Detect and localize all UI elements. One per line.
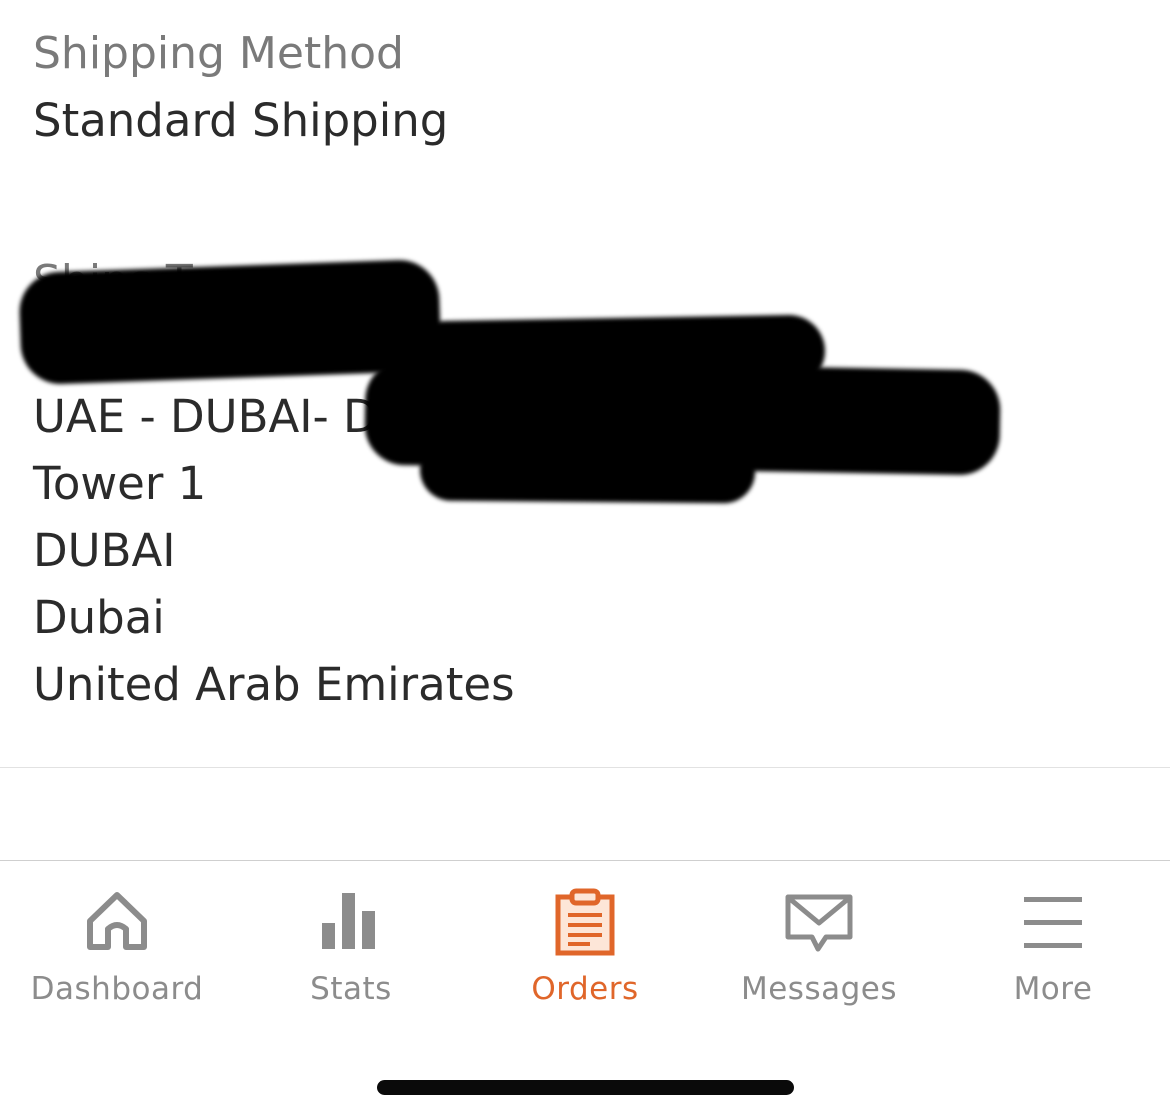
- tab-label: Dashboard: [30, 971, 204, 1007]
- tab-label: More: [1013, 971, 1093, 1007]
- tab-dashboard[interactable]: Dashboard: [0, 861, 234, 1041]
- shipping-method-label: Shipping Method: [33, 28, 404, 79]
- address-line-1: UAE - DUBAI- D: [33, 390, 378, 443]
- address-line-3: DUBAI: [33, 524, 176, 577]
- bar-chart-icon: [322, 893, 375, 949]
- tab-label: Messages: [740, 971, 898, 1007]
- home-indicator[interactable]: [377, 1080, 794, 1095]
- bottom-tab-bar: Dashboard Stats Orders Messages More: [0, 861, 1170, 1041]
- address-line-5: United Arab Emirates: [33, 658, 515, 711]
- tab-stats[interactable]: Stats: [234, 861, 468, 1041]
- redaction-mark: [419, 438, 756, 504]
- address-line-2: Tower 1: [33, 457, 207, 510]
- tab-label: Stats: [310, 971, 392, 1007]
- tab-label: Orders: [531, 971, 639, 1007]
- redaction-mark: [18, 258, 442, 386]
- shipping-method-value: Standard Shipping: [33, 94, 449, 147]
- envelope-icon: [785, 894, 853, 952]
- tab-messages[interactable]: Messages: [702, 861, 936, 1041]
- tab-more[interactable]: More: [936, 861, 1170, 1041]
- clipboard-icon: [555, 888, 615, 956]
- home-icon: [87, 892, 147, 950]
- tab-orders[interactable]: Orders: [468, 861, 702, 1041]
- menu-icon: [1024, 897, 1082, 948]
- section-divider: [0, 767, 1170, 768]
- address-line-4: Dubai: [33, 591, 165, 644]
